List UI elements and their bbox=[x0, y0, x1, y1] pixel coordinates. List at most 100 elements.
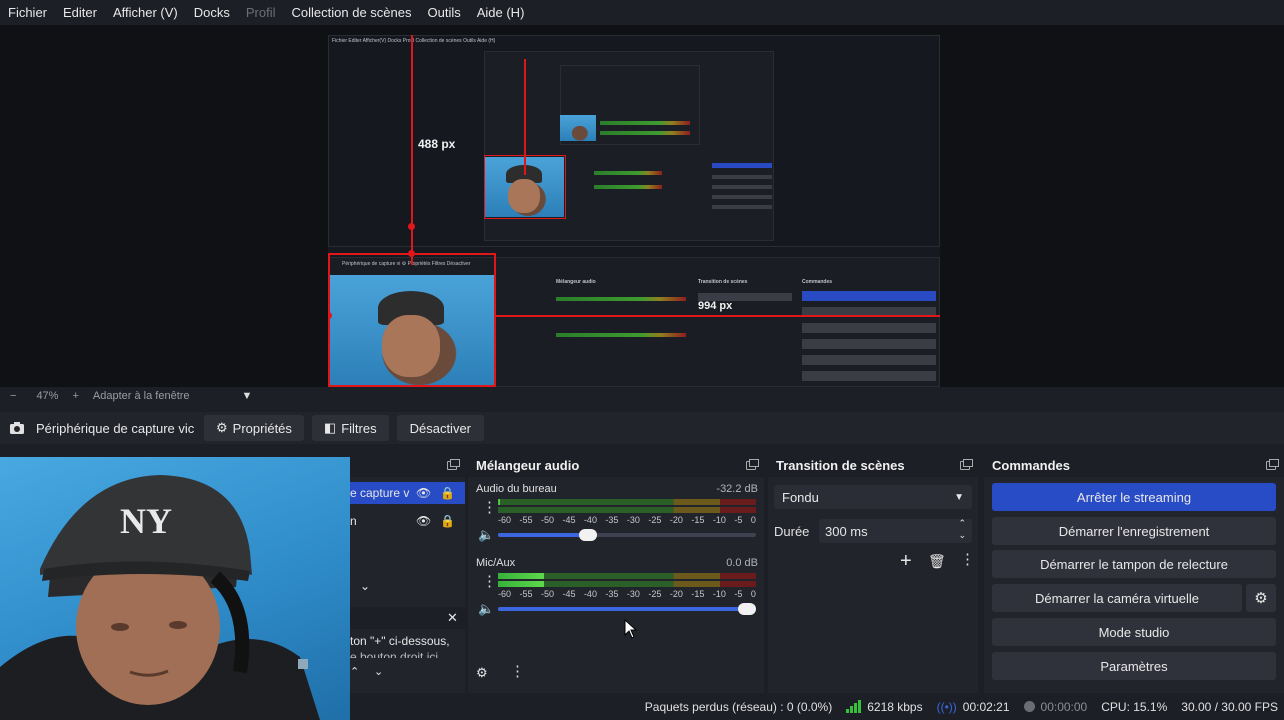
zoom-out-icon[interactable]: − bbox=[10, 390, 16, 402]
channel-name: Mic/Aux bbox=[476, 557, 516, 569]
volume-slider[interactable] bbox=[498, 603, 756, 615]
sources-help-text-2: e bouton droit ici bbox=[350, 650, 439, 658]
menu-edit[interactable]: Editer bbox=[55, 0, 105, 25]
selected-source-box[interactable] bbox=[328, 253, 496, 387]
measure-line-vertical bbox=[411, 35, 413, 265]
sources-help-text: ton "+" ci-dessous, bbox=[350, 634, 450, 648]
volume-slider[interactable] bbox=[498, 529, 756, 541]
webcam-person: NY bbox=[0, 475, 320, 720]
controls-dock: Commandes Arrêter le streaming Démarrer … bbox=[984, 453, 1284, 693]
menu-file[interactable]: Fichier bbox=[0, 0, 55, 25]
zoom-bar: − 47% + Adapter à la fenêtre ▼ bbox=[0, 387, 1284, 405]
duration-input[interactable]: 300 ms bbox=[819, 519, 972, 543]
eye-icon[interactable]: 👁 bbox=[416, 514, 431, 528]
nested-meter bbox=[600, 121, 690, 125]
meter-tick-label: -15 bbox=[691, 515, 705, 525]
meter-tick-label: -60 bbox=[498, 589, 512, 599]
meter-tick-label: -15 bbox=[691, 589, 705, 599]
chevron-down-icon[interactable]: ▼ bbox=[242, 390, 253, 402]
scene-transition-title-text: Transition de scènes bbox=[776, 457, 905, 473]
kebab-menu-icon[interactable]: ⋮ bbox=[482, 500, 497, 515]
properties-button[interactable]: ⚙ Propriétés bbox=[204, 415, 304, 441]
channel-db: -32.2 dB bbox=[716, 483, 758, 495]
kebab-menu-icon[interactable]: ⋮ bbox=[482, 574, 497, 589]
lock-icon[interactable]: 🔒 bbox=[440, 486, 455, 500]
lock-icon[interactable]: 🔒 bbox=[440, 514, 455, 528]
duration-stepper[interactable]: ⌃ ⌄ bbox=[958, 517, 966, 541]
deactivate-button[interactable]: Désactiver bbox=[396, 415, 485, 441]
meter-ticks: -60 -55 -50 -45 -40 -35 -30 -25 -20 -15 -10 -5 0 bbox=[498, 515, 756, 525]
scenes-dock-title: ✕ bbox=[350, 607, 465, 629]
chevron-down-icon[interactable]: ⌄ bbox=[374, 665, 383, 678]
undock-icon[interactable] bbox=[960, 458, 973, 470]
duration-value: 300 ms bbox=[825, 523, 868, 539]
advanced-audio-icon[interactable]: ⚙ bbox=[476, 665, 488, 681]
undock-icon[interactable] bbox=[447, 458, 460, 470]
transition-selected: Fondu bbox=[782, 489, 819, 505]
properties-label: Propriétés bbox=[232, 420, 292, 436]
dropped-frames: Paquets perdus (réseau) : 0 (0.0%) bbox=[644, 699, 833, 714]
channel-name: Audio du bureau bbox=[476, 483, 557, 495]
trash-icon[interactable]: 🗑 bbox=[928, 553, 946, 570]
scene-transition-title: Transition de scènes bbox=[768, 453, 978, 477]
source-item-label: e capture v bbox=[350, 486, 410, 500]
start-replay-buffer-button[interactable]: Démarrer le tampon de relecture bbox=[992, 550, 1276, 578]
svg-text:NY: NY bbox=[120, 501, 172, 541]
source-item[interactable]: n 👁 🔒 bbox=[350, 510, 465, 532]
kebab-menu-icon[interactable]: ⋮ bbox=[960, 552, 975, 567]
menu-view[interactable]: Afficher (V) bbox=[105, 0, 186, 25]
rec-time-value: 00:00:00 bbox=[1040, 699, 1088, 714]
menu-docks[interactable]: Docks bbox=[186, 0, 238, 25]
virtual-camera-settings-gear-icon[interactable]: ⚙ bbox=[1246, 584, 1276, 612]
transition-select[interactable]: Fondu ▼ bbox=[774, 485, 972, 509]
rec-time: 00:00:00 bbox=[1023, 699, 1088, 714]
source-item-label: n bbox=[350, 514, 357, 528]
undock-icon[interactable] bbox=[746, 458, 759, 470]
signal-icon bbox=[846, 699, 862, 713]
fit-to-window-select[interactable]: Adapter à la fenêtre bbox=[93, 390, 190, 402]
add-transition-icon[interactable]: + bbox=[900, 551, 912, 571]
kebab-menu-icon[interactable]: ⋮ bbox=[510, 664, 525, 679]
eye-icon[interactable]: 👁 bbox=[416, 486, 431, 500]
meter-tick-label: -10 bbox=[712, 589, 726, 599]
close-icon[interactable]: ✕ bbox=[447, 610, 458, 626]
audio-mixer-title: Mélangeur audio bbox=[468, 453, 764, 477]
sources-dock-title bbox=[350, 453, 465, 477]
nested-meter bbox=[600, 131, 690, 135]
preview-area[interactable]: Fichier Editer Afficher(V) Docks Profil … bbox=[0, 25, 1284, 387]
nested-btn bbox=[712, 205, 772, 209]
measure-label-horizontal: 994 px bbox=[698, 300, 733, 312]
preview-canvas[interactable]: Fichier Editer Afficher(V) Docks Profil … bbox=[328, 35, 940, 387]
start-recording-button[interactable]: Démarrer l'enregistrement bbox=[992, 517, 1276, 545]
nested-btn bbox=[802, 339, 936, 349]
filters-button[interactable]: ◧ Filtres bbox=[311, 415, 389, 441]
undock-icon[interactable] bbox=[1266, 458, 1279, 470]
chevron-down-icon[interactable]: ⌄ bbox=[360, 579, 370, 593]
measure-handle bbox=[408, 223, 415, 230]
zoom-in-icon[interactable]: + bbox=[72, 390, 78, 402]
menu-scene-collection[interactable]: Collection de scènes bbox=[284, 0, 420, 25]
audio-mixer-dock: Mélangeur audio Audio du bureau -32.2 dB … bbox=[468, 453, 764, 693]
start-virtual-camera-button[interactable]: Démarrer la caméra virtuelle bbox=[992, 584, 1242, 612]
stream-time: ((•)) 00:02:21 bbox=[937, 700, 1010, 714]
source-item-selected[interactable]: e capture v 👁 🔒 bbox=[350, 482, 465, 504]
menu-profile: Profil bbox=[245, 5, 276, 20]
meter-tick-label: -45 bbox=[562, 589, 576, 599]
meter-tick-label: -50 bbox=[540, 515, 554, 525]
stop-streaming-button[interactable]: Arrêter le streaming bbox=[992, 483, 1276, 511]
studio-mode-button[interactable]: Mode studio bbox=[992, 618, 1276, 646]
settings-button[interactable]: Paramètres bbox=[992, 652, 1276, 680]
nested-btn bbox=[712, 185, 772, 189]
menu-help[interactable]: Aide (H) bbox=[469, 0, 533, 25]
meter-tick-label: -25 bbox=[648, 589, 662, 599]
scene-transition-dock: Transition de scènes Fondu ▼ Durée 300 ms… bbox=[768, 453, 978, 693]
nested-selected-box bbox=[484, 155, 566, 219]
meter-tick-label: -40 bbox=[583, 515, 597, 525]
speaker-icon[interactable]: 🔈 bbox=[478, 601, 494, 617]
speaker-icon[interactable]: 🔈 bbox=[478, 527, 494, 543]
nested-btn bbox=[802, 371, 936, 381]
menu-tools[interactable]: Outils bbox=[419, 0, 468, 25]
zoom-level: 47% bbox=[36, 390, 59, 402]
duration-label: Durée bbox=[774, 523, 810, 539]
chevron-up-icon[interactable]: ⌃ bbox=[350, 665, 359, 678]
